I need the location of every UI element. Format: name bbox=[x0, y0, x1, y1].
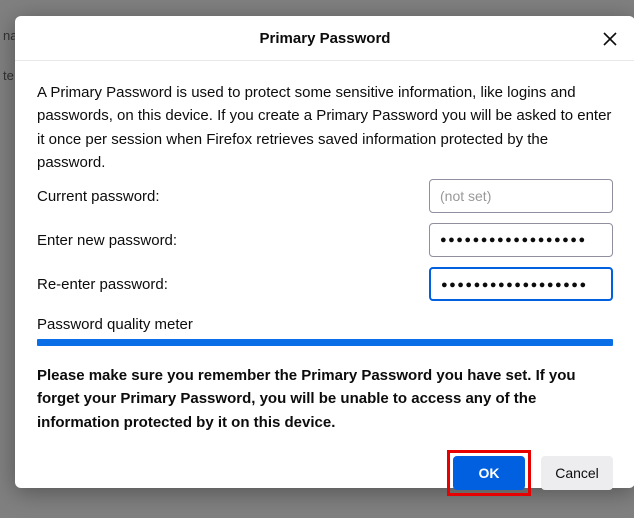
new-password-input[interactable]: ●●●●●●●●●●●●●●●●●● bbox=[429, 223, 613, 257]
primary-password-dialog: Primary Password A Primary Password is u… bbox=[15, 16, 634, 488]
close-icon bbox=[603, 32, 617, 46]
ok-highlight: OK bbox=[447, 450, 531, 496]
reenter-password-row: Re-enter password: ●●●●●●●●●●●●●●●●●● bbox=[37, 266, 613, 302]
reenter-password-label: Re-enter password: bbox=[37, 276, 168, 293]
current-password-row: Current password: bbox=[37, 178, 613, 214]
ok-button[interactable]: OK bbox=[453, 456, 525, 490]
dialog-footer: OK Cancel bbox=[15, 450, 634, 518]
current-password-input[interactable] bbox=[429, 179, 613, 213]
password-quality-meter bbox=[37, 339, 613, 346]
close-button[interactable] bbox=[597, 26, 623, 52]
dialog-description: A Primary Password is used to protect so… bbox=[37, 81, 613, 174]
background-text: te bbox=[3, 68, 14, 83]
dialog-title: Primary Password bbox=[35, 30, 615, 47]
warning-text: Please make sure you remember the Primar… bbox=[37, 364, 613, 434]
current-password-label: Current password: bbox=[37, 188, 160, 205]
password-quality-label: Password quality meter bbox=[37, 316, 613, 333]
cancel-button[interactable]: Cancel bbox=[541, 456, 613, 490]
new-password-row: Enter new password: ●●●●●●●●●●●●●●●●●● bbox=[37, 222, 613, 258]
dialog-header: Primary Password bbox=[15, 16, 634, 61]
dialog-body: A Primary Password is used to protect so… bbox=[15, 61, 634, 450]
new-password-label: Enter new password: bbox=[37, 232, 177, 249]
reenter-password-input[interactable]: ●●●●●●●●●●●●●●●●●● bbox=[429, 267, 613, 301]
